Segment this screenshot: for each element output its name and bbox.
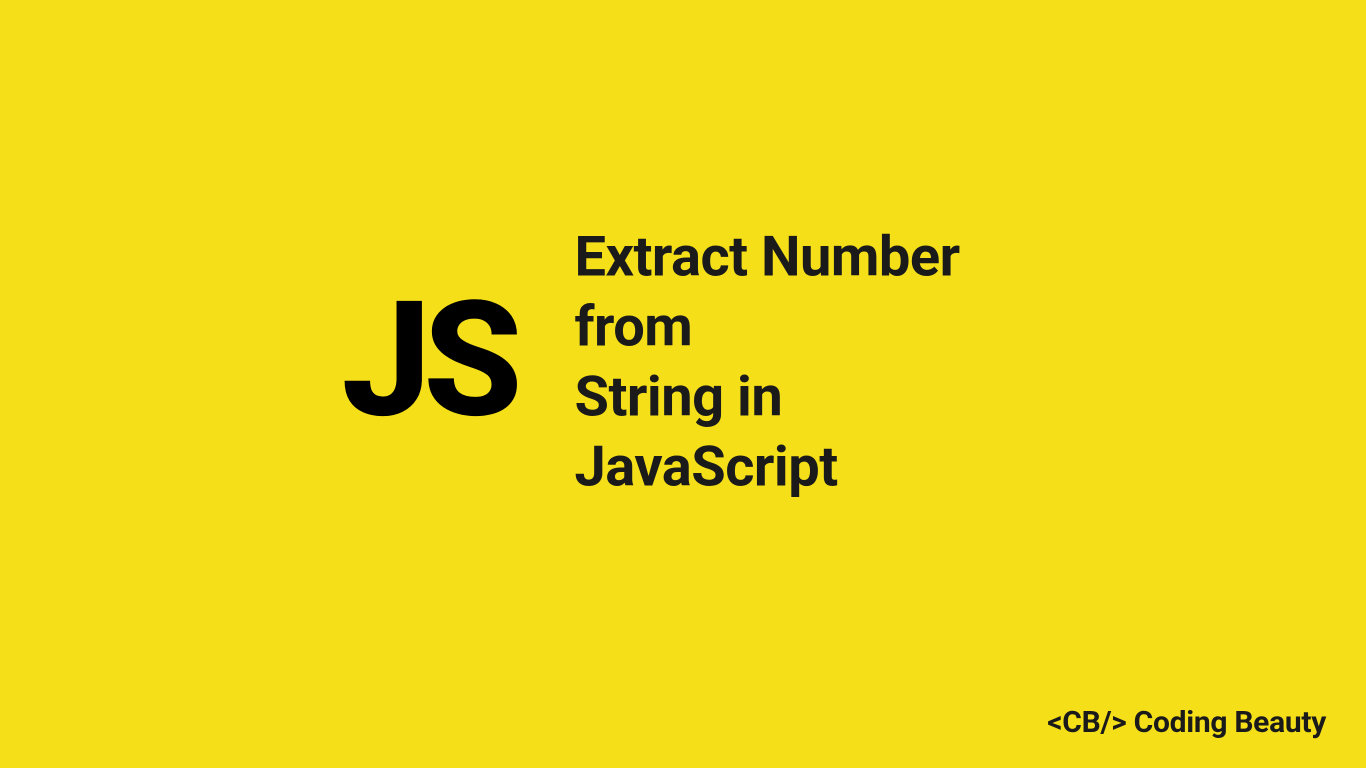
brand-signature: <CB/> Coding Beauty <box>1047 705 1326 740</box>
hero-content: JS Extract Number from String in JavaScr… <box>342 222 1025 502</box>
title-line-2: String in JavaScript <box>574 362 1024 502</box>
title-line-1: Extract Number from <box>574 222 1024 362</box>
article-title: Extract Number from String in JavaScript <box>574 222 1024 502</box>
js-logo: JS <box>342 282 515 442</box>
